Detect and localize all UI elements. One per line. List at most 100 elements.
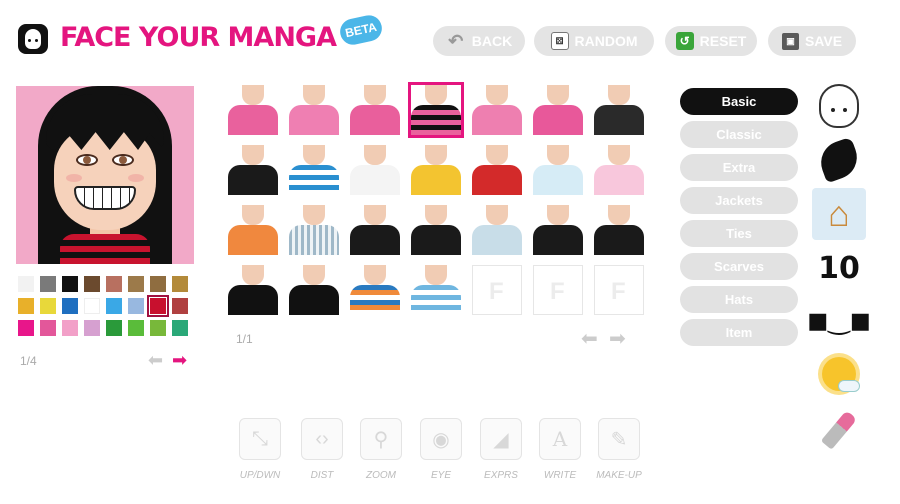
clothing-item: F — [472, 265, 522, 315]
tool-eye[interactable]: ◉ EYE — [419, 418, 463, 481]
color-swatch[interactable] — [62, 298, 78, 314]
clothing-item[interactable] — [411, 145, 461, 195]
clothing-item[interactable] — [533, 85, 583, 135]
expression-icon[interactable]: ◢ — [480, 418, 522, 460]
tool-up-down[interactable]: ⤡ UP/DWN — [238, 418, 282, 481]
color-palette — [18, 276, 194, 336]
clothing-item[interactable] — [594, 145, 644, 195]
clothing-item[interactable] — [533, 145, 583, 195]
face-icon[interactable] — [812, 80, 866, 132]
color-swatch[interactable] — [40, 276, 56, 292]
clothing-item[interactable] — [289, 205, 339, 255]
color-swatch[interactable] — [172, 298, 188, 314]
clothing-item[interactable] — [411, 205, 461, 255]
placeholder-logo-icon: F — [550, 278, 565, 305]
tool-expression[interactable]: ◢ EXPRS — [479, 418, 523, 481]
category-ties[interactable]: Ties — [680, 220, 798, 247]
hanger-icon[interactable]: ⌂ — [812, 188, 866, 240]
clothing-item[interactable] — [289, 85, 339, 135]
color-swatch[interactable] — [106, 320, 122, 336]
save-button-label: SAVE — [804, 33, 843, 49]
clothing-item[interactable] — [472, 85, 522, 135]
color-swatch[interactable] — [62, 276, 78, 292]
back-button[interactable]: ↶ BACK — [433, 26, 525, 56]
color-swatch[interactable] — [172, 276, 188, 292]
color-swatch[interactable] — [128, 276, 144, 292]
avatar-left-eye — [76, 154, 98, 166]
clothing-item[interactable] — [228, 205, 278, 255]
clothing-item[interactable] — [228, 85, 278, 135]
color-swatch[interactable] — [18, 276, 34, 292]
grid-prev-arrow-icon[interactable]: ⬅ — [581, 326, 598, 351]
placeholder-logo-icon: F — [611, 278, 626, 305]
weather-icon[interactable] — [812, 348, 866, 400]
clothing-item[interactable] — [350, 85, 400, 135]
ten-icon[interactable]: 10 — [812, 242, 866, 294]
avatar-shirt — [60, 234, 150, 264]
clothing-item[interactable] — [289, 265, 339, 315]
color-swatch[interactable] — [147, 295, 169, 317]
color-swatch[interactable] — [84, 298, 100, 314]
clothing-item[interactable] — [533, 205, 583, 255]
palette-next-arrow-icon[interactable]: ➡ — [172, 350, 187, 371]
tool-makeup[interactable]: ✎ MAKE-UP — [596, 418, 642, 481]
color-swatch[interactable] — [18, 298, 34, 314]
clothing-item[interactable] — [228, 265, 278, 315]
clothing-grid: FFF — [228, 82, 644, 315]
category-hats[interactable]: Hats — [680, 286, 798, 313]
save-button[interactable]: ▣ SAVE — [768, 26, 856, 56]
clothing-item[interactable] — [472, 145, 522, 195]
category-classic[interactable]: Classic — [680, 121, 798, 148]
clothing-item[interactable] — [594, 85, 644, 135]
color-swatch[interactable] — [128, 298, 144, 314]
random-button-label: RANDOM — [574, 33, 638, 49]
clothing-item[interactable] — [228, 145, 278, 195]
random-button[interactable]: ⚄ RANDOM — [534, 26, 654, 56]
category-scarves[interactable]: Scarves — [680, 253, 798, 280]
clothing-item[interactable] — [411, 265, 461, 315]
clothing-item[interactable] — [408, 82, 464, 138]
clothing-item[interactable] — [289, 145, 339, 195]
color-swatch[interactable] — [128, 320, 144, 336]
grid-next-arrow-icon[interactable]: ➡ — [609, 326, 626, 351]
color-swatch[interactable] — [18, 320, 34, 336]
color-swatch[interactable] — [150, 276, 166, 292]
back-button-label: BACK — [471, 33, 513, 49]
color-swatch[interactable] — [106, 298, 122, 314]
tool-distance[interactable]: ‹› DIST — [300, 418, 344, 481]
app-title: FACE YOUR MANGA — [60, 22, 337, 53]
clothing-item[interactable] — [472, 205, 522, 255]
hair-icon[interactable] — [812, 134, 866, 186]
category-jackets[interactable]: Jackets — [680, 187, 798, 214]
lipstick-icon[interactable] — [812, 404, 866, 456]
write-icon[interactable]: A — [539, 418, 581, 460]
color-swatch[interactable] — [40, 298, 56, 314]
color-swatch[interactable] — [62, 320, 78, 336]
palette-prev-arrow-icon[interactable]: ⬅ — [148, 350, 163, 371]
clothing-item[interactable] — [350, 205, 400, 255]
color-swatch[interactable] — [84, 276, 100, 292]
clothing-item: F — [594, 265, 644, 315]
category-basic[interactable]: Basic — [680, 88, 798, 115]
color-swatch[interactable] — [106, 276, 122, 292]
sunglasses-icon[interactable]: ◼‿◼ — [807, 294, 871, 346]
tool-zoom[interactable]: ⚲ ZOOM — [359, 418, 403, 481]
eye-icon[interactable]: ◉ — [420, 418, 462, 460]
color-swatch[interactable] — [84, 320, 100, 336]
clothing-item[interactable] — [350, 145, 400, 195]
makeup-icon[interactable]: ✎ — [598, 418, 640, 460]
color-swatch[interactable] — [150, 320, 166, 336]
zoom-icon[interactable]: ⚲ — [360, 418, 402, 460]
reset-button[interactable]: ↺ RESET — [665, 26, 757, 56]
avatar-right-eye — [112, 154, 134, 166]
color-swatch[interactable] — [172, 320, 188, 336]
category-extra[interactable]: Extra — [680, 154, 798, 181]
avatar-preview — [16, 86, 194, 264]
tool-write[interactable]: A WRITE — [538, 418, 582, 481]
clothing-item[interactable] — [594, 205, 644, 255]
category-item[interactable]: Item — [680, 319, 798, 346]
color-swatch[interactable] — [40, 320, 56, 336]
distance-icon[interactable]: ‹› — [301, 418, 343, 460]
up-down-icon[interactable]: ⤡ — [239, 418, 281, 460]
clothing-item[interactable] — [350, 265, 400, 315]
